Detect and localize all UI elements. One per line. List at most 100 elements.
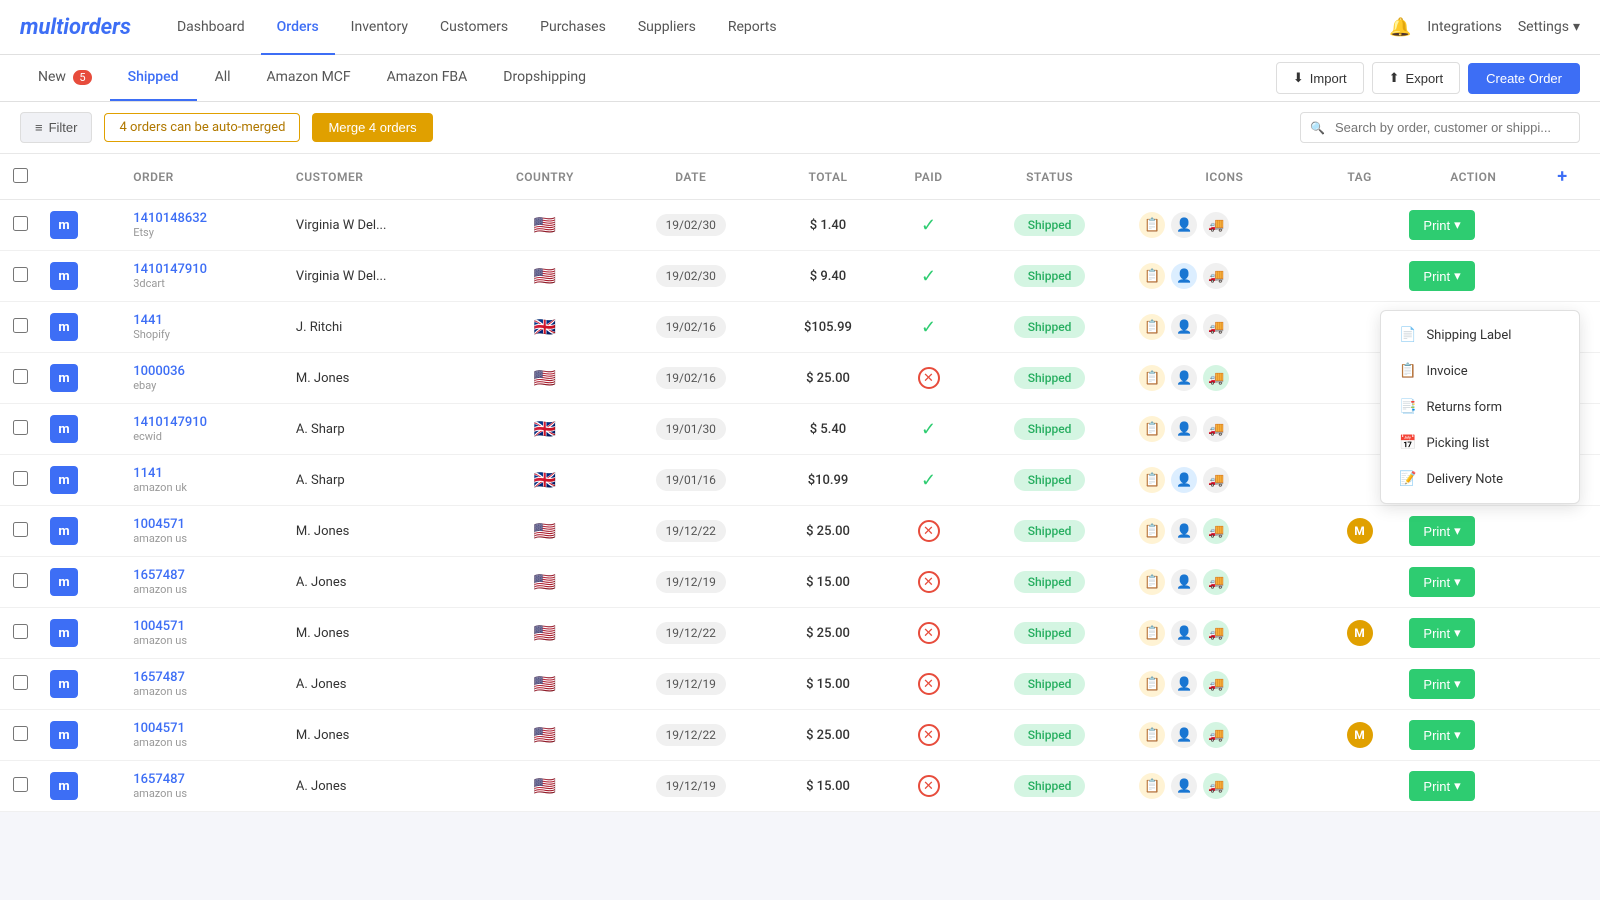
row-checkbox[interactable] xyxy=(13,573,28,588)
nav-dashboard[interactable]: Dashboard xyxy=(161,0,261,55)
truck-icon[interactable]: 🚚 xyxy=(1203,671,1229,697)
create-order-button[interactable]: Create Order xyxy=(1468,63,1580,94)
tab-all[interactable]: All xyxy=(197,55,249,101)
filter-button[interactable]: ≡ Filter xyxy=(20,112,92,143)
order-number[interactable]: 1410148632 xyxy=(133,211,276,226)
row-checkbox[interactable] xyxy=(13,216,28,231)
person-icon[interactable]: 👤 xyxy=(1171,263,1197,289)
person-icon[interactable]: 👤 xyxy=(1171,518,1197,544)
tab-shipped[interactable]: Shipped xyxy=(110,55,197,101)
order-number[interactable]: 1410147910 xyxy=(133,415,276,430)
row-checkbox[interactable] xyxy=(13,624,28,639)
tag-badge[interactable]: M xyxy=(1347,620,1373,646)
select-all-checkbox[interactable] xyxy=(13,168,28,183)
row-checkbox[interactable] xyxy=(13,777,28,792)
tag-badge[interactable]: M xyxy=(1347,722,1373,748)
print-button[interactable]: Print ▾ xyxy=(1409,261,1474,291)
person-icon[interactable]: 👤 xyxy=(1171,467,1197,493)
nav-inventory[interactable]: Inventory xyxy=(335,0,424,55)
dropdown-invoice[interactable]: 📋 Invoice xyxy=(1381,353,1579,389)
nav-suppliers[interactable]: Suppliers xyxy=(622,0,712,55)
print-button[interactable]: Print ▾ xyxy=(1409,567,1474,597)
row-checkbox[interactable] xyxy=(13,522,28,537)
order-number[interactable]: 1004571 xyxy=(133,517,276,532)
truck-icon[interactable]: 🚚 xyxy=(1203,467,1229,493)
note-icon[interactable]: 📋 xyxy=(1139,467,1165,493)
order-number[interactable]: 1410147910 xyxy=(133,262,276,277)
truck-icon[interactable]: 🚚 xyxy=(1203,365,1229,391)
nav-settings[interactable]: Settings ▾ xyxy=(1518,19,1580,35)
person-icon[interactable]: 👤 xyxy=(1171,722,1197,748)
search-input[interactable] xyxy=(1300,112,1580,143)
tag-badge[interactable]: M xyxy=(1347,518,1373,544)
truck-icon[interactable]: 🚚 xyxy=(1203,314,1229,340)
col-add[interactable]: + xyxy=(1547,154,1600,200)
order-number[interactable]: 1657487 xyxy=(133,568,276,583)
print-button[interactable]: Print ▾ xyxy=(1409,210,1474,240)
import-button[interactable]: ⬇ Import xyxy=(1276,62,1364,94)
row-checkbox[interactable] xyxy=(13,726,28,741)
bell-icon[interactable]: 🔔 xyxy=(1389,17,1411,38)
person-icon[interactable]: 👤 xyxy=(1171,773,1197,799)
print-button[interactable]: Print ▾ xyxy=(1409,618,1474,648)
note-icon[interactable]: 📋 xyxy=(1139,314,1165,340)
dropdown-returns-form[interactable]: 📑 Returns form xyxy=(1381,389,1579,425)
print-button[interactable]: Print ▾ xyxy=(1409,516,1474,546)
person-icon[interactable]: 👤 xyxy=(1171,671,1197,697)
person-icon[interactable]: 👤 xyxy=(1171,569,1197,595)
order-number[interactable]: 1657487 xyxy=(133,772,276,787)
note-icon[interactable]: 📋 xyxy=(1139,569,1165,595)
print-button[interactable]: Print ▾ xyxy=(1409,771,1474,801)
order-number[interactable]: 1657487 xyxy=(133,670,276,685)
truck-icon[interactable]: 🚚 xyxy=(1203,212,1229,238)
row-checkbox[interactable] xyxy=(13,369,28,384)
nav-integrations[interactable]: Integrations xyxy=(1427,19,1501,35)
order-number[interactable]: 1004571 xyxy=(133,721,276,736)
row-checkbox[interactable] xyxy=(13,267,28,282)
row-checkbox[interactable] xyxy=(13,471,28,486)
note-icon[interactable]: 📋 xyxy=(1139,263,1165,289)
person-icon[interactable]: 👤 xyxy=(1171,314,1197,340)
truck-icon[interactable]: 🚚 xyxy=(1203,773,1229,799)
nav-orders[interactable]: Orders xyxy=(261,0,335,55)
note-icon[interactable]: 📋 xyxy=(1139,212,1165,238)
nav-reports[interactable]: Reports xyxy=(712,0,793,55)
truck-icon[interactable]: 🚚 xyxy=(1203,620,1229,646)
truck-icon[interactable]: 🚚 xyxy=(1203,416,1229,442)
note-icon[interactable]: 📋 xyxy=(1139,722,1165,748)
nav-purchases[interactable]: Purchases xyxy=(524,0,622,55)
person-icon[interactable]: 👤 xyxy=(1171,416,1197,442)
export-button[interactable]: ⬆ Export xyxy=(1372,62,1460,94)
note-icon[interactable]: 📋 xyxy=(1139,416,1165,442)
tab-dropshipping[interactable]: Dropshipping xyxy=(485,55,604,101)
nav-customers[interactable]: Customers xyxy=(424,0,524,55)
person-icon[interactable]: 👤 xyxy=(1171,620,1197,646)
truck-icon[interactable]: 🚚 xyxy=(1203,518,1229,544)
note-icon[interactable]: 📋 xyxy=(1139,671,1165,697)
merge-button[interactable]: Merge 4 orders xyxy=(312,113,432,142)
dropdown-delivery-note[interactable]: 📝 Delivery Note xyxy=(1381,461,1579,497)
truck-icon[interactable]: 🚚 xyxy=(1203,722,1229,748)
order-number[interactable]: 1141 xyxy=(133,466,276,481)
row-checkbox[interactable] xyxy=(13,420,28,435)
print-button[interactable]: Print ▾ xyxy=(1409,720,1474,750)
person-icon[interactable]: 👤 xyxy=(1171,365,1197,391)
dropdown-shipping-label[interactable]: 📄 Shipping Label xyxy=(1381,317,1579,353)
tab-new[interactable]: New 5 xyxy=(20,55,110,101)
tab-amazon-fba[interactable]: Amazon FBA xyxy=(369,55,486,101)
row-checkbox[interactable] xyxy=(13,675,28,690)
order-number[interactable]: 1004571 xyxy=(133,619,276,634)
note-icon[interactable]: 📋 xyxy=(1139,518,1165,544)
person-icon[interactable]: 👤 xyxy=(1171,212,1197,238)
order-number[interactable]: 1000036 xyxy=(133,364,276,379)
note-icon[interactable]: 📋 xyxy=(1139,620,1165,646)
order-number[interactable]: 1441 xyxy=(133,313,276,328)
row-checkbox[interactable] xyxy=(13,318,28,333)
col-select-all[interactable] xyxy=(0,154,40,200)
note-icon[interactable]: 📋 xyxy=(1139,773,1165,799)
dropdown-picking-list[interactable]: 📅 Picking list xyxy=(1381,425,1579,461)
tab-amazon-mcf[interactable]: Amazon MCF xyxy=(249,55,369,101)
truck-icon[interactable]: 🚚 xyxy=(1203,569,1229,595)
print-button[interactable]: Print ▾ xyxy=(1409,669,1474,699)
truck-icon[interactable]: 🚚 xyxy=(1203,263,1229,289)
